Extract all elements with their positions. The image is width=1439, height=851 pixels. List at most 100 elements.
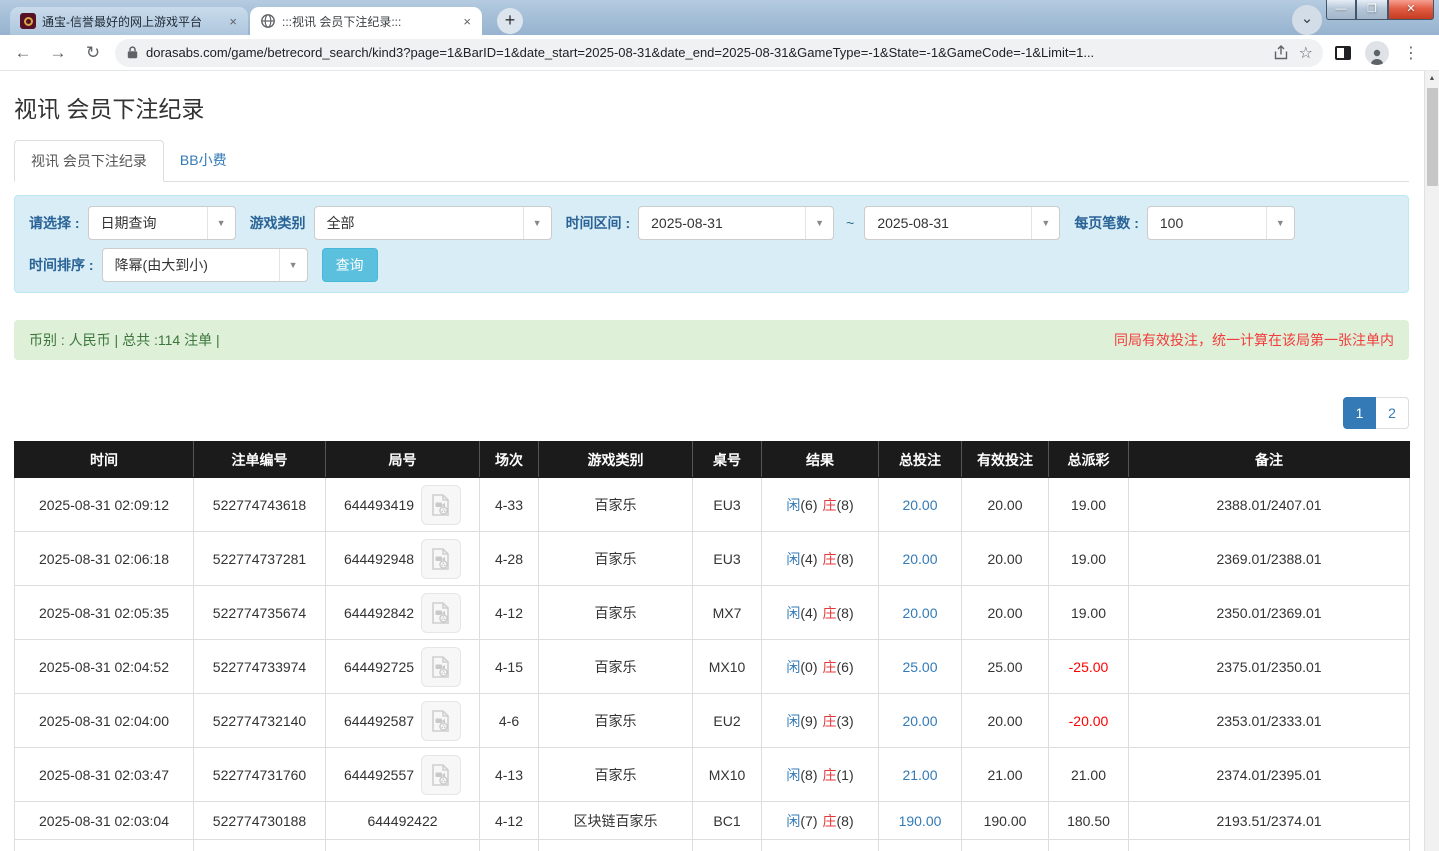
cell-payout: 19.00 <box>1048 477 1129 532</box>
total-bet-link[interactable]: 20.00 <box>902 713 937 729</box>
minimize-button[interactable]: — <box>1326 0 1356 20</box>
query-button[interactable]: 查询 <box>321 248 378 282</box>
result-player-score: (6) <box>800 496 818 513</box>
video-file-icon <box>432 547 449 570</box>
bookmark-star-icon[interactable]: ☆ <box>1299 43 1313 63</box>
total-bet-link[interactable]: 25.00 <box>902 659 937 675</box>
select-type-label: 请选择 : <box>29 215 80 231</box>
cell-time: 2025-08-31 02:04:52 <box>14 639 194 694</box>
cell-total-bet: 20.00 <box>878 693 962 748</box>
cell-remark: 2353.01/2333.01 <box>1128 693 1410 748</box>
page-scrollbar[interactable]: ▲ <box>1424 71 1439 851</box>
video-replay-button[interactable] <box>421 700 462 741</box>
new-tab-button[interactable]: + <box>497 8 523 34</box>
date-end-dropdown[interactable]: 2025-08-31 ▼ <box>864 206 1061 240</box>
video-replay-button[interactable] <box>421 538 462 579</box>
select-type-dropdown[interactable]: 日期查询 ▼ <box>87 206 236 240</box>
tab-bet-records[interactable]: 视讯 会员下注纪录 <box>14 140 164 182</box>
result-player-label: 闲 <box>786 766 801 783</box>
round-id-text: 644492948 <box>343 550 415 567</box>
cell-session: 4-15 <box>479 639 539 694</box>
summary-bar: 币别 : 人民币 | 总共 :114 注单 | 同局有效投注，统一计算在该局第一… <box>14 320 1409 360</box>
cell-result: 闲(6) 庄(8) <box>761 477 879 532</box>
date-start-value: 2025-08-31 <box>651 215 723 231</box>
close-button[interactable]: ✕ <box>1388 0 1434 20</box>
game-type-dropdown[interactable]: 全部 ▼ <box>313 206 552 240</box>
filter-row-2: 时间排序 : 降幂(由大到小) ▼ 查询 <box>29 248 1394 282</box>
total-bet-link[interactable]: 21.00 <box>902 767 937 783</box>
address-bar[interactable]: dorasabs.com/game/betrecord_search/kind3… <box>115 38 1323 67</box>
cell-valid-bet: 20.00 <box>961 477 1049 532</box>
result-player-label: 闲 <box>786 604 801 621</box>
header-payout: 总派彩 <box>1048 441 1129 478</box>
cell-bet-id: 522774730188 <box>193 801 326 840</box>
page-button-2[interactable]: 2 <box>1376 397 1409 429</box>
total-bet-link[interactable]: 190.00 <box>899 813 942 829</box>
browser-tab-1[interactable]: 通宝-信誉最好的网上游戏平台 × <box>10 7 248 35</box>
result-banker-label: 庄 <box>822 812 837 829</box>
share-icon[interactable] <box>1273 44 1289 61</box>
cell-payout: 21.00 <box>1048 747 1129 802</box>
cell-table-no: EU2 <box>692 693 762 748</box>
cell-time: 2025-08-31 02:05:35 <box>14 585 194 640</box>
header-valid-bet: 有效投注 <box>961 441 1049 478</box>
cell-table-no: EU3 <box>692 477 762 532</box>
restore-button[interactable]: ❐ <box>1356 0 1388 20</box>
cell-game-type: 百家乐 <box>538 693 693 748</box>
round-id-text: 644492725 <box>343 658 415 675</box>
cell-round-id: 644492725 <box>325 639 480 694</box>
total-bet-link[interactable]: 20.00 <box>902 605 937 621</box>
cell-session: 4-12 <box>479 801 539 840</box>
sort-dropdown[interactable]: 降幂(由大到小) ▼ <box>101 248 308 282</box>
table-row: 2025-08-31 02:04:52 522774733974 6444927… <box>14 639 1410 694</box>
date-start-dropdown[interactable]: 2025-08-31 ▼ <box>638 206 835 240</box>
page-size-dropdown[interactable]: 100 ▼ <box>1146 206 1295 240</box>
result-player-score: (8) <box>800 766 818 783</box>
tab-close-icon[interactable]: × <box>460 14 474 29</box>
scrollbar-thumb[interactable] <box>1427 88 1438 186</box>
result-banker-score: (8) <box>836 812 854 829</box>
cell-table-no: BC1 <box>692 839 762 851</box>
caret-down-icon: ▼ <box>805 207 833 239</box>
result-banker-label: 庄 <box>822 658 837 675</box>
browser-tab-2[interactable]: :::视讯 会员下注纪录::: × <box>250 7 482 35</box>
video-replay-button[interactable] <box>421 592 462 633</box>
cell-result: 闲(4) 庄(8) <box>761 585 879 640</box>
cell-valid-bet: 20.00 <box>961 585 1049 640</box>
total-bet-link[interactable]: 20.00 <box>902 497 937 513</box>
cell-result: 闲(4)庄(7) <box>761 839 879 851</box>
game-type-value: 全部 <box>326 215 355 231</box>
video-file-icon <box>432 493 449 516</box>
video-replay-button[interactable] <box>421 754 462 795</box>
round-id-text: 644492557 <box>343 766 415 783</box>
cell-result: 闲(7) 庄(8) <box>761 801 879 840</box>
reload-icon[interactable]: ↻ <box>81 43 105 63</box>
header-table-no: 桌号 <box>692 441 762 478</box>
side-panel-icon[interactable] <box>1335 45 1351 60</box>
cell-time: 2025-08-31 02:01:48 <box>14 839 194 851</box>
scroll-up-icon[interactable]: ▲ <box>1425 71 1439 87</box>
back-icon[interactable]: ← <box>11 43 35 63</box>
nav-tabs: 视讯 会员下注纪录 BB小费 <box>14 140 1409 182</box>
menu-icon[interactable]: ⋮ <box>1403 43 1419 63</box>
video-replay-button[interactable] <box>421 646 462 687</box>
cell-payout: -25.00 <box>1048 639 1129 694</box>
tab-bb-tip[interactable]: BB小费 <box>164 140 243 182</box>
caret-down-icon: ▼ <box>1031 207 1059 239</box>
total-bet-link[interactable]: 20.00 <box>902 551 937 567</box>
tab-search-chevron-icon[interactable]: ⌄ <box>1292 5 1322 35</box>
toolbar-right: ⋮ <box>1335 40 1419 65</box>
forward-icon[interactable]: → <box>46 43 70 63</box>
profile-avatar[interactable] <box>1365 40 1389 65</box>
tab-close-icon[interactable]: × <box>226 14 240 29</box>
cell-table-no: MX10 <box>692 639 762 694</box>
cell-total-bet: 300.00 <box>878 839 962 851</box>
caret-down-icon: ▼ <box>278 249 307 281</box>
video-replay-button[interactable] <box>421 484 462 525</box>
cell-round-id: 644492948 <box>325 531 480 586</box>
page-button-1[interactable]: 1 <box>1343 397 1376 429</box>
table-row: 2025-08-31 02:04:00 522774732140 6444925… <box>14 693 1410 748</box>
select-type-value: 日期查询 <box>100 215 157 231</box>
cell-time: 2025-08-31 02:09:12 <box>14 477 194 532</box>
cell-remark: 2350.01/2369.01 <box>1128 585 1410 640</box>
